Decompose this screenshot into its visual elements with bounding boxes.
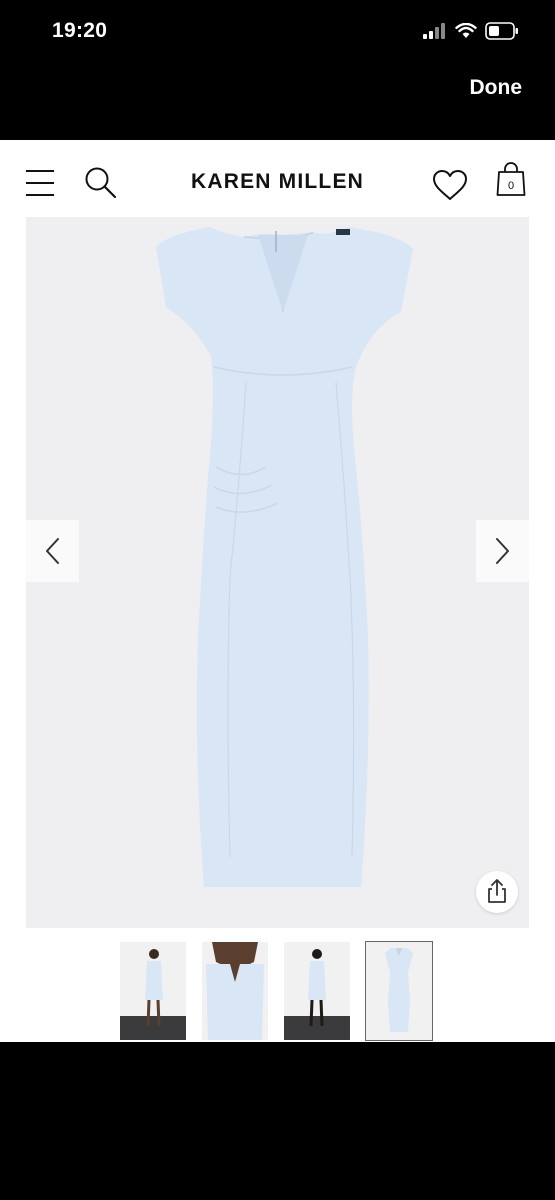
product-image	[156, 227, 413, 887]
thumbnail-image	[284, 949, 350, 1040]
battery-icon	[485, 22, 518, 40]
thumbnail-image	[385, 948, 413, 1032]
heart-icon[interactable]	[432, 169, 468, 201]
signal-icon	[423, 23, 445, 39]
product-image-gallery[interactable]	[26, 217, 529, 928]
thumbnail-strip	[0, 940, 555, 1042]
thumbnail-2[interactable]	[202, 942, 268, 1040]
status-time: 19:20	[52, 19, 108, 42]
thumbnail-4[interactable]	[365, 941, 433, 1041]
chevron-right-icon	[496, 538, 509, 564]
status-bar: 19:20	[0, 0, 555, 62]
thumbnail-image	[120, 949, 186, 1040]
next-image-button[interactable]	[476, 520, 529, 582]
share-icon	[488, 879, 506, 903]
done-button[interactable]: Done	[470, 76, 523, 100]
cart-count: 0	[507, 180, 515, 192]
brand-logo[interactable]: KAREN MILLEN	[0, 170, 555, 194]
site-header: KAREN MILLEN 0	[0, 140, 555, 216]
share-button[interactable]	[476, 871, 518, 913]
thumbnail-image	[206, 942, 264, 1040]
chevron-left-icon	[46, 538, 59, 564]
bag-button[interactable]: 0	[496, 161, 526, 197]
webview: KAREN MILLEN 0	[0, 140, 555, 1042]
previous-image-button[interactable]	[26, 520, 79, 582]
thumbnail-1[interactable]	[120, 942, 186, 1040]
status-icons	[423, 22, 519, 40]
wifi-icon	[455, 23, 477, 38]
thumbnail-3[interactable]	[284, 942, 350, 1040]
